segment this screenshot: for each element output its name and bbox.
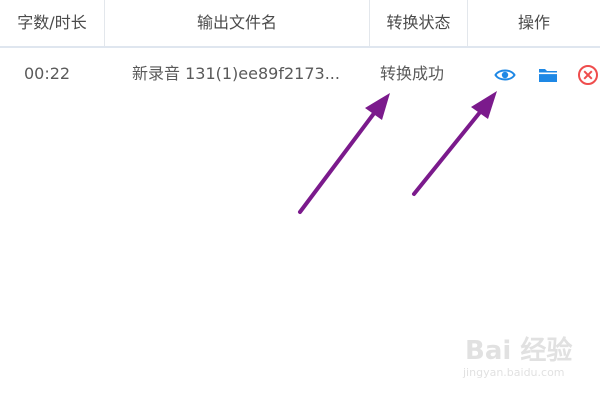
column-header-output-name: 输出文件名	[105, 0, 370, 46]
table-header: 字数/时长 输出文件名 转换状态 操作	[0, 0, 600, 48]
watermark-brand: Bai 经验	[465, 336, 573, 366]
row-duration: 00:22	[24, 64, 71, 83]
folder-icon[interactable]	[537, 64, 559, 86]
close-circle-icon[interactable]	[577, 64, 599, 86]
watermark: Bai 经验 jingyan.baidu.com	[455, 330, 595, 390]
arrow-to-preview	[412, 91, 497, 196]
row-status: 转换成功	[380, 64, 445, 83]
arrow-to-status	[298, 93, 390, 214]
column-header-actions: 操作	[517, 13, 550, 32]
watermark-domain: jingyan.baidu.com	[463, 366, 565, 379]
column-header-status: 转换状态	[370, 0, 468, 46]
row-output-name: 新录音 131(1)ee89f2173...	[132, 64, 340, 83]
column-header-duration: 字数/时长	[0, 0, 105, 46]
eye-icon[interactable]	[494, 64, 516, 86]
